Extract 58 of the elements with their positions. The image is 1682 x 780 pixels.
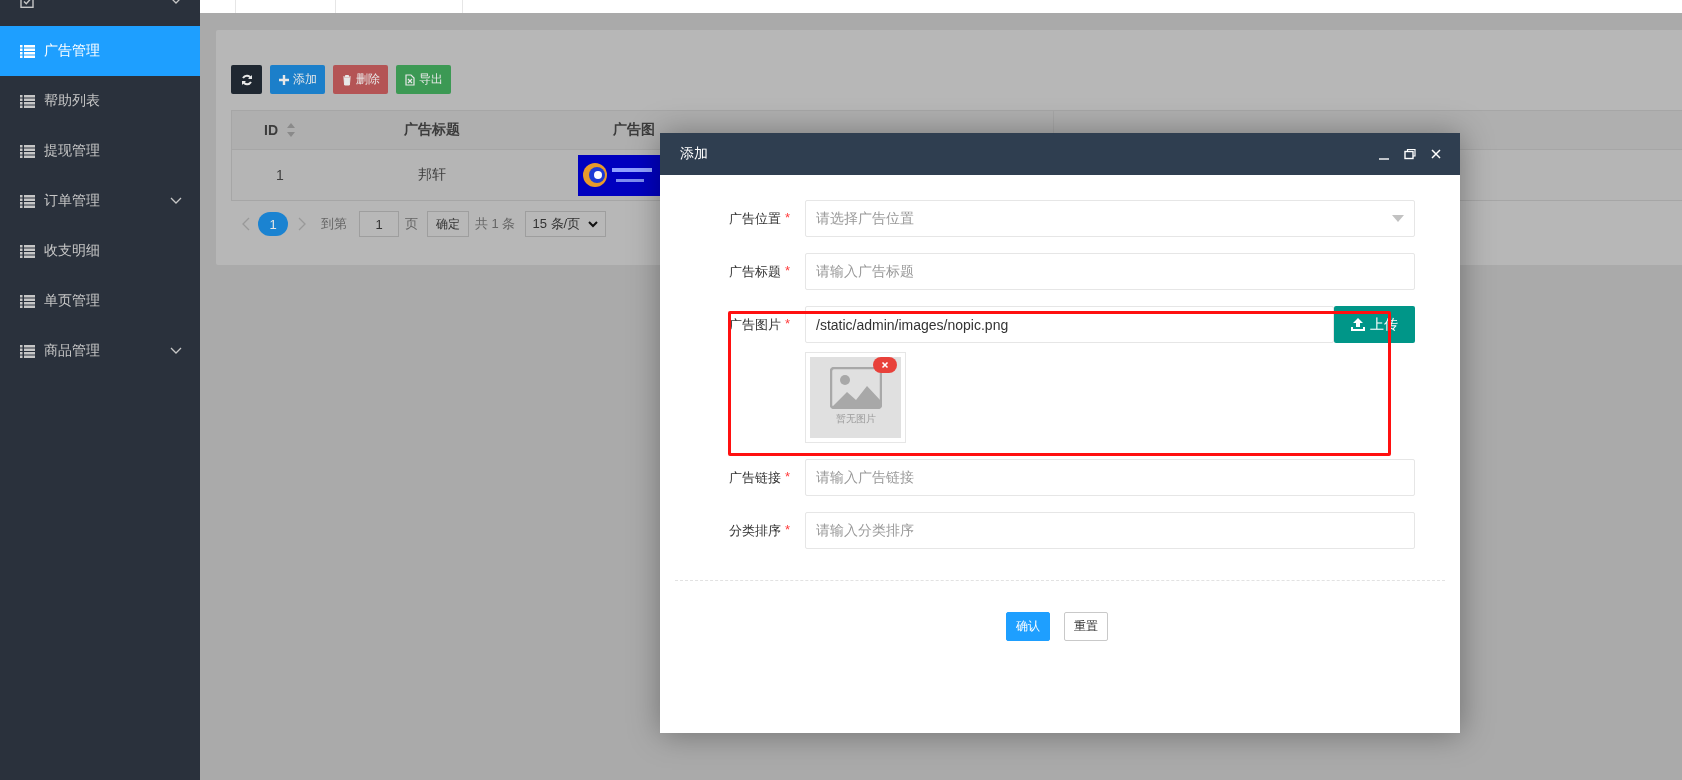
required-mark: * (784, 263, 790, 280)
sidebar-item[interactable]: 收支明细 (0, 226, 200, 276)
reset-button[interactable]: 重置 (1064, 612, 1108, 641)
required-mark: * (784, 469, 790, 486)
page-size-select[interactable]: 15 条/页 (525, 211, 607, 237)
refresh-icon (240, 73, 253, 86)
goto-label: 到第 (321, 215, 347, 233)
sidebar-item[interactable]: 单页管理 (0, 276, 200, 326)
list-icon (20, 344, 35, 358)
go-button[interactable]: 确定 (427, 211, 469, 237)
field-label: 广告位置 (728, 210, 781, 228)
sidebar-item[interactable]: 提现管理 (0, 126, 200, 176)
page-unit: 页 (405, 215, 418, 233)
sidebar-label: 单页管理 (44, 292, 101, 310)
sidebar-item[interactable]: 订单管理 (0, 176, 200, 226)
column-header: 广告标题 (404, 121, 460, 139)
maximize-icon[interactable] (1404, 148, 1416, 160)
list-icon (20, 144, 35, 158)
sidebar-label: 订单管理 (44, 192, 101, 210)
list-icon (20, 44, 35, 58)
delete-button[interactable]: 删除 (333, 65, 388, 94)
field-label: 广告标题 (728, 263, 781, 281)
sidebar-item[interactable]: 帮助列表 (0, 76, 200, 126)
sidebar-label: 提现管理 (44, 142, 101, 160)
column-header: 广告图 (613, 121, 655, 139)
field-label: 广告图片 (728, 316, 781, 334)
page-number[interactable]: 1 (258, 212, 288, 236)
list-icon (20, 294, 35, 308)
sidebar-label: 广告管理 (44, 42, 101, 60)
total-count: 共 1 条 (475, 215, 516, 233)
upload-icon (1351, 318, 1365, 331)
close-icon[interactable] (1430, 148, 1442, 160)
list-icon (20, 194, 35, 208)
trash-icon (341, 73, 353, 86)
list-icon (20, 94, 35, 108)
refresh-button[interactable] (231, 65, 262, 94)
input-field[interactable]: /static/admin/images/nopic.png (805, 306, 1334, 343)
plus-icon (278, 73, 290, 86)
sidebar-label: 收支明细 (44, 242, 101, 260)
add-button[interactable]: 添加 (270, 65, 325, 94)
dropdown-arrow-icon (1392, 215, 1404, 222)
column-header: ID (264, 122, 278, 138)
list-icon (20, 244, 35, 258)
sidebar-label: 帮助列表 (44, 92, 101, 110)
field-label: 广告链接 (728, 469, 781, 487)
dialog-title: 添加 (680, 145, 709, 163)
sidebar-label: 商品管理 (44, 342, 101, 360)
table-cell: 邦轩 (418, 166, 446, 184)
image-icon (829, 367, 882, 409)
page-input[interactable]: 1 (359, 211, 399, 237)
field-label: 分类排序 (728, 522, 781, 540)
required-mark: * (784, 210, 790, 227)
spreadsheet-icon (404, 73, 416, 86)
table-cell: 1 (276, 167, 284, 183)
required-mark: * (784, 316, 790, 333)
required-mark: * (784, 522, 790, 539)
sidebar-item[interactable]: 商品管理 (0, 326, 200, 376)
caret-icon (588, 220, 599, 228)
